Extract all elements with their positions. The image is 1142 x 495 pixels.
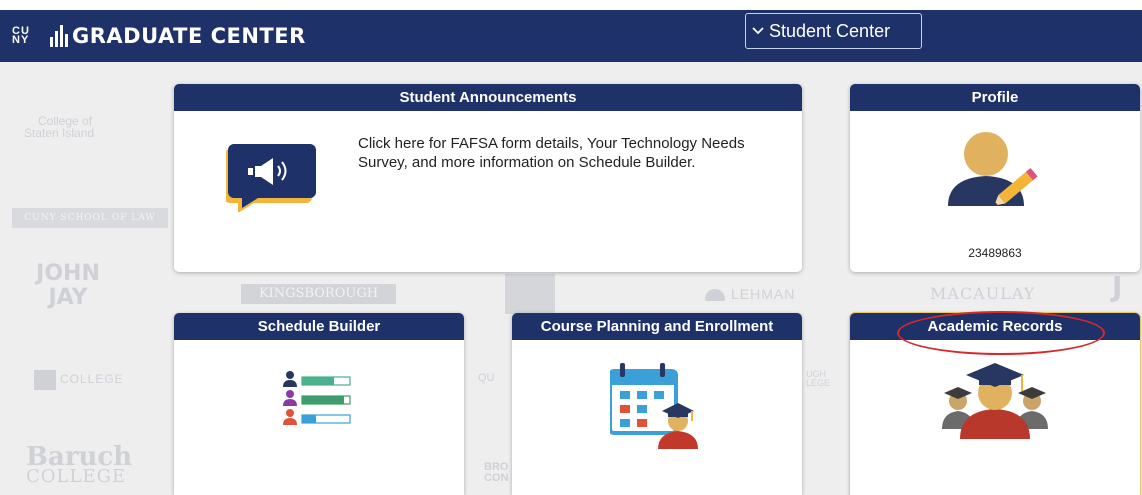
tile-title: Student Announcements (174, 84, 802, 111)
tile-title: Profile (850, 84, 1140, 111)
academic-records-tile[interactable]: Academic Records (850, 313, 1140, 495)
bg-logo-bro: BRO CON (484, 461, 509, 484)
tile-title: Academic Records (850, 313, 1140, 340)
student-announcements-tile[interactable]: Student Announcements Click here for FAF… (174, 84, 802, 272)
medgar-mark-icon (34, 370, 56, 390)
graduates-icon (942, 363, 1048, 439)
student-center-dropdown[interactable]: Student Center (745, 13, 922, 49)
profile-id: 23489863 (968, 246, 1022, 260)
bg-logo-medgar-evers: COLLEGE (34, 370, 124, 390)
bg-logo-jj-right: J (1112, 270, 1123, 303)
cuny-logo-text: CU NY (12, 25, 30, 46)
profile-tile[interactable]: Profile 23489863 (850, 84, 1140, 272)
bg-logo-ugh: UGH LEGE (806, 369, 831, 388)
bg-logo-kingsborough: KINGSBOROUGH (241, 284, 396, 304)
bg-logo-staten-island: College of Staten Island (24, 114, 95, 140)
bg-logo-john-jay: JOHN JAY (36, 261, 100, 310)
lehman-mark-icon (705, 289, 725, 302)
announcement-text: Click here for FAFSA form details, Your … (358, 135, 745, 171)
bg-logo-cuny-law: CUNY SCHOOL OF LAW (12, 208, 168, 228)
bg-logo-lehman: LEHMAN (705, 286, 795, 302)
graduate-center-logo[interactable]: CU NY GRADUATE CENTER (12, 10, 306, 62)
profile-edit-icon (948, 132, 1038, 206)
bg-logo-baruch: Baruch COLLEGE (26, 442, 133, 487)
top-strip (0, 0, 1142, 10)
bg-logo-qu: QU (478, 372, 495, 384)
dropdown-label: Student Center (769, 20, 891, 41)
schedule-builder-tile[interactable]: Schedule Builder (174, 313, 464, 495)
tile-title: Course Planning and Enrollment (512, 313, 802, 340)
pillars-icon (50, 25, 68, 47)
chevron-down-icon (752, 27, 764, 35)
megaphone-icon (226, 144, 316, 212)
logo-title: GRADUATE CENTER (72, 24, 306, 48)
header-banner: CU NY GRADUATE CENTER Student Center (0, 10, 1142, 62)
schedule-list-icon (283, 371, 351, 425)
tile-title: Schedule Builder (174, 313, 464, 340)
bg-logo-macaulay: MACAULAY (930, 284, 1036, 303)
calendar-graduate-icon (610, 363, 698, 449)
course-planning-tile[interactable]: Course Planning and Enrollment (512, 313, 802, 495)
bg-logo-tile-mark (505, 274, 555, 314)
